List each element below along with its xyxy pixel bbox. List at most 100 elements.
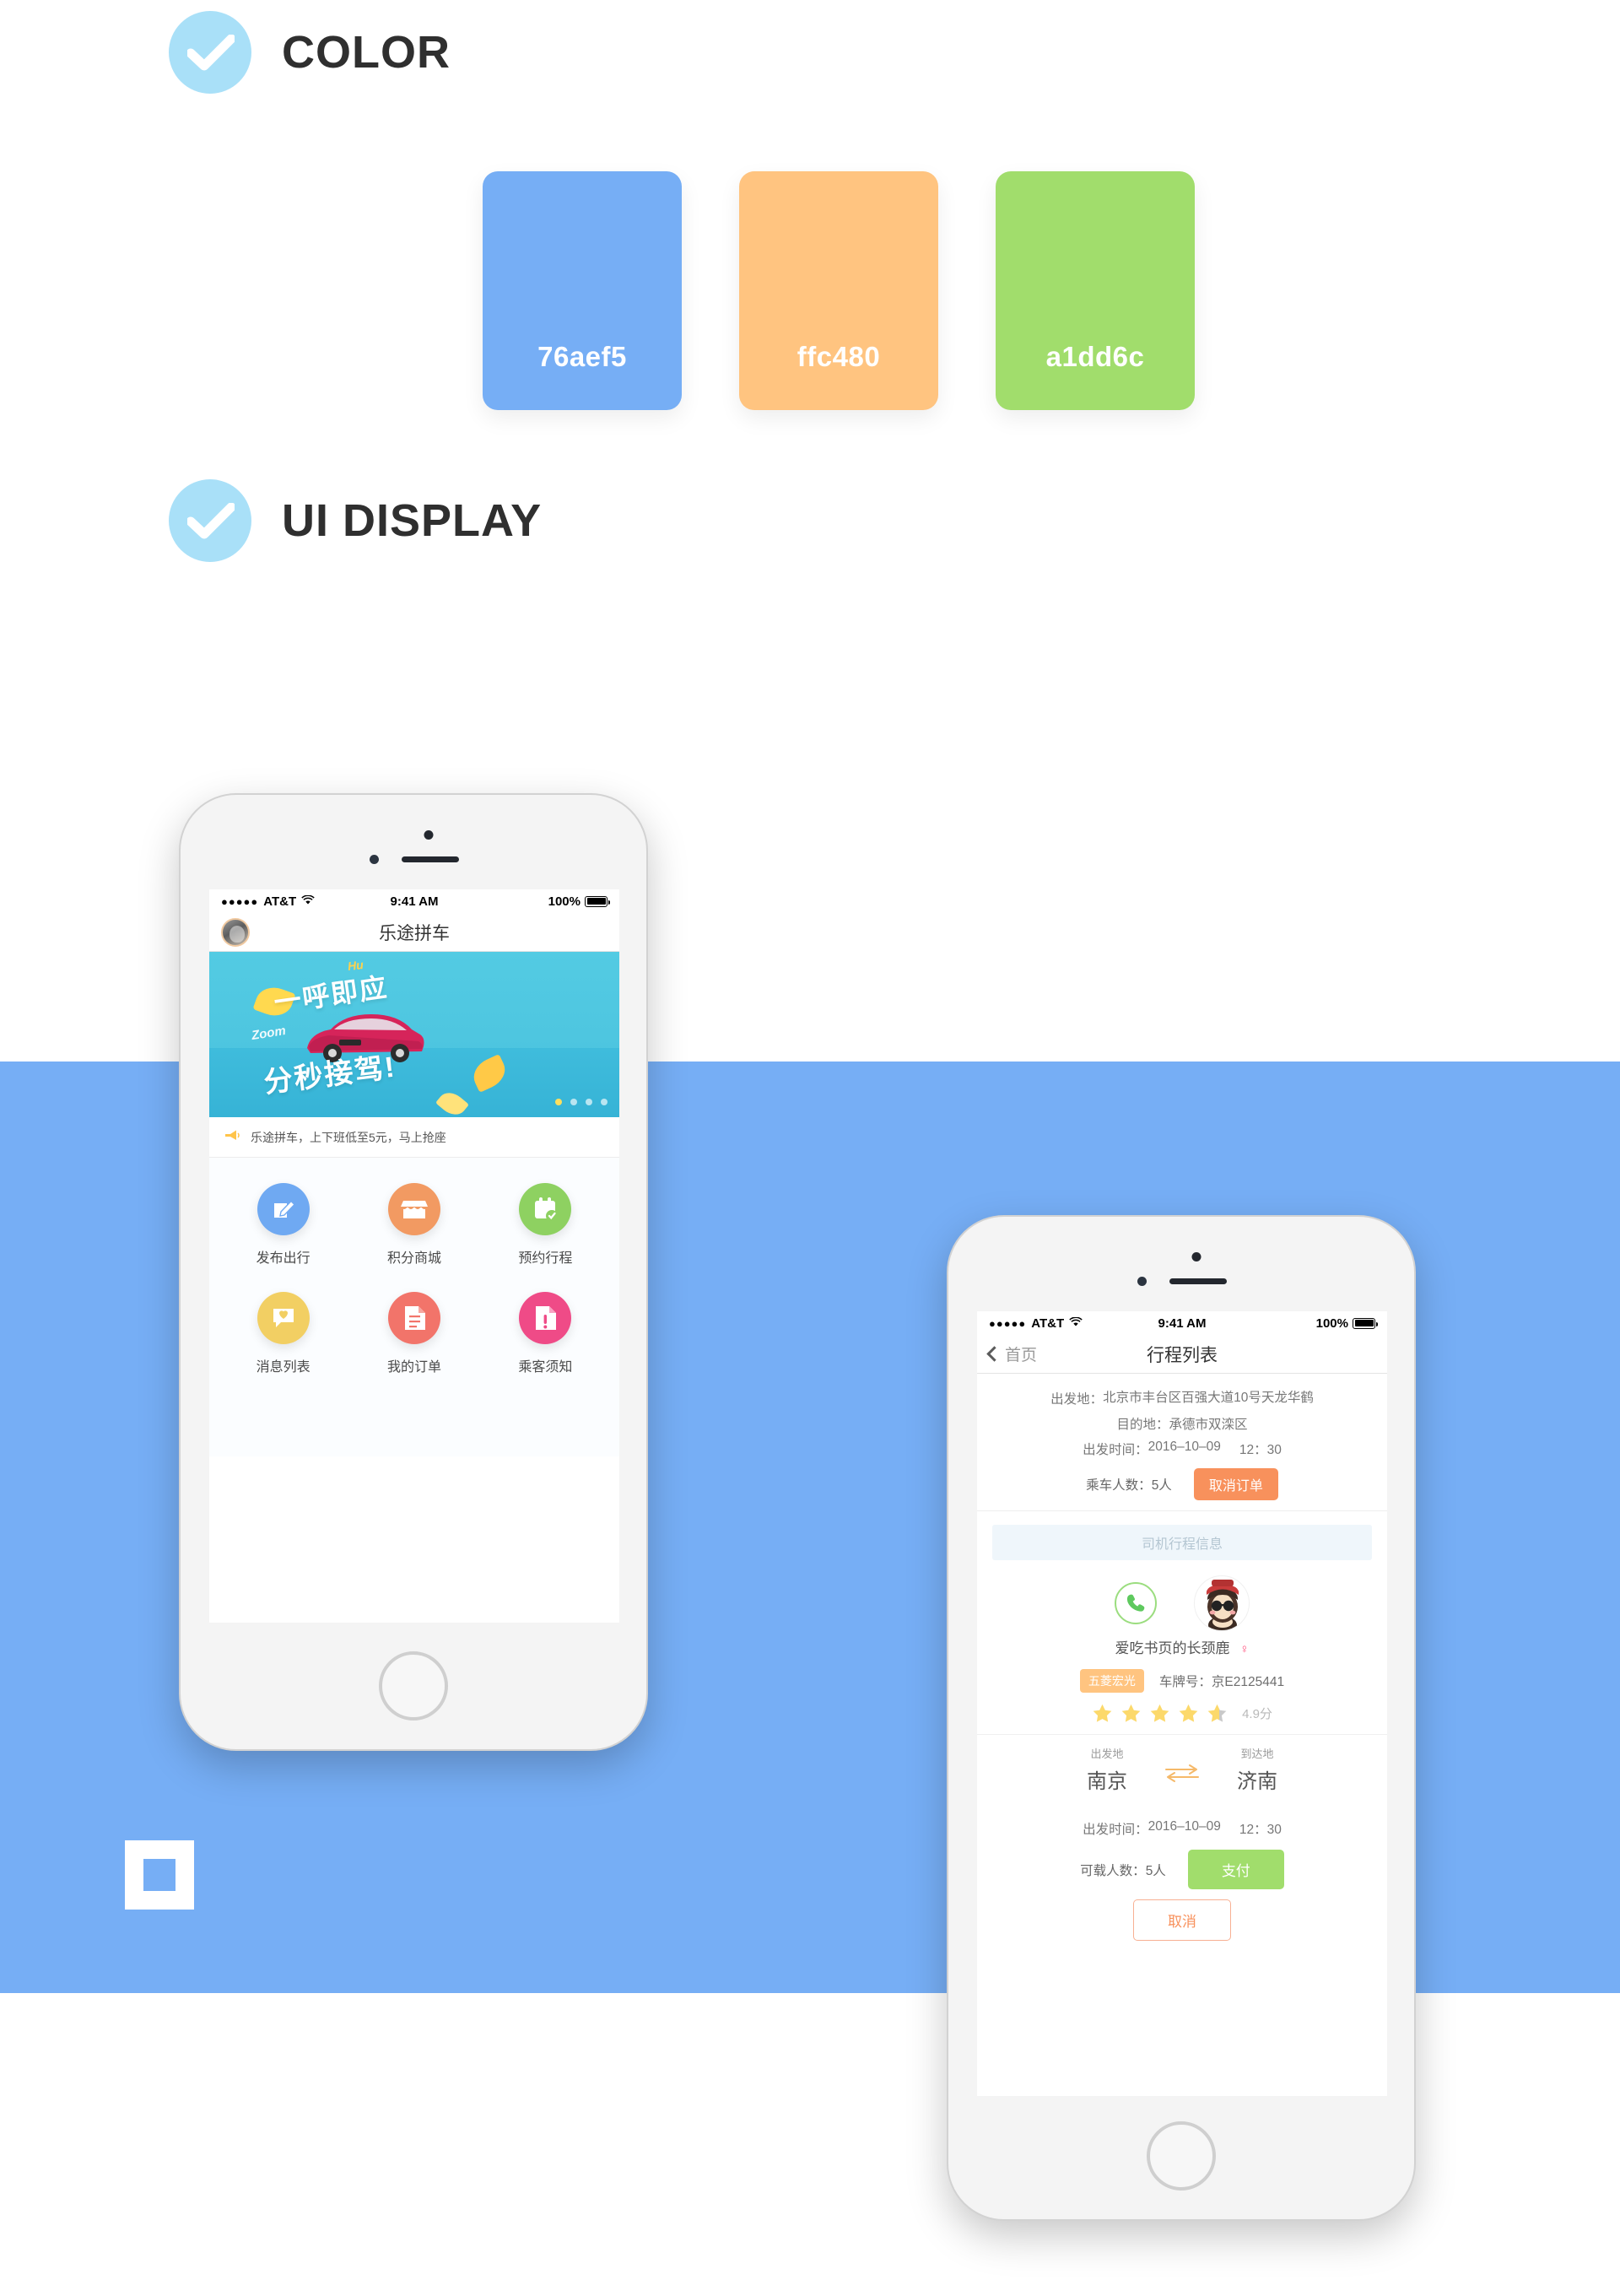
status-bar: ●●●●● AT&T 9:41 AM 100% xyxy=(209,889,619,913)
home-button[interactable] xyxy=(1147,2121,1216,2191)
page-title: 乐途拼车 xyxy=(379,923,450,943)
pay-button[interactable]: 支付 xyxy=(1187,1850,1284,1890)
proximity-sensor-icon xyxy=(370,855,379,864)
grid-item-message-list[interactable]: 消息列表 xyxy=(218,1292,348,1375)
cancel-order-button[interactable]: 取消订单 xyxy=(1193,1468,1278,1501)
check-circle-icon xyxy=(169,479,251,562)
proximity-sensor-icon xyxy=(1137,1277,1147,1286)
earpiece-speaker xyxy=(402,856,459,862)
trip-footer: 出发时间： 2016–10–09 12：30 可载人数：5人 支付 取消 xyxy=(977,1799,1387,1954)
passenger-count-text: 乘车人数：5人 xyxy=(1086,1475,1172,1494)
back-button[interactable]: 首页 xyxy=(986,1342,1038,1365)
feature-grid: 发布出行 积分商城 预约行程 消息列表 我的订单 乘客须知 xyxy=(209,1158,619,1397)
cancel-row: 取消 xyxy=(977,1889,1387,1942)
screen-filler xyxy=(209,1397,619,1456)
cancel-button[interactable]: 取消 xyxy=(1133,1899,1231,1942)
origin-row: 出发地： 北京市丰台区百强大道10号天龙华鹤 xyxy=(977,1386,1387,1411)
grid-item-my-orders[interactable]: 我的订单 xyxy=(348,1292,479,1375)
depart-date-value: 2016–10–09 xyxy=(1148,1440,1221,1455)
color-palette: 76aef5 ffc480 a1dd6c xyxy=(483,171,1195,410)
status-bar-time: 9:41 AM xyxy=(390,894,439,909)
chat-heart-icon xyxy=(256,1292,310,1344)
home-button[interactable] xyxy=(379,1651,448,1721)
vehicle-row: 五菱宏光 车牌号：京E2125441 xyxy=(977,1666,1387,1699)
capacity-label: 可载人数： xyxy=(1080,1863,1146,1878)
star-half-icon xyxy=(1207,1704,1227,1723)
ui-showcase-page: COLOR 76aef5 ffc480 a1dd6c UI DISPLAY ●●… xyxy=(0,0,1620,2296)
trip-detail-body: 出发地： 北京市丰台区百强大道10号天龙华鹤 目的地： 承德市双滦区 出发时间：… xyxy=(977,1374,1387,1955)
driver-name-row: 爱吃书页的长颈鹿 ♀ xyxy=(977,1636,1387,1666)
swatch-hex-label: 76aef5 xyxy=(537,341,627,372)
destination-value: 承德市双滦区 xyxy=(1169,1418,1248,1433)
star-icon xyxy=(1093,1704,1112,1723)
origin-value: 北京市丰台区百强大道10号天龙华鹤 xyxy=(1103,1391,1314,1405)
grid-item-passenger-notice[interactable]: 乘客须知 xyxy=(480,1292,611,1375)
capacity-pay-row: 可载人数：5人 支付 xyxy=(977,1841,1387,1890)
battery-icon xyxy=(585,895,610,907)
route-depart-date: 2016–10–09 xyxy=(1148,1819,1221,1834)
route-row: 出发地 南京 到达地 济南 xyxy=(977,1734,1387,1799)
promo-notice-text: 乐途拼车，上下班低至5元，马上抢座 xyxy=(251,1130,446,1144)
grid-item-points-mall[interactable]: 积分商城 xyxy=(348,1183,479,1267)
section-title: COLOR xyxy=(282,27,451,78)
navigation-bar: 首页 行程列表 xyxy=(977,1335,1387,1374)
route-origin-value: 南京 xyxy=(1087,1770,1127,1794)
square-outline-mark xyxy=(125,1840,194,1910)
navigation-bar: 乐途拼车 xyxy=(209,913,619,952)
section-heading-ui-display: UI DISPLAY xyxy=(169,479,542,562)
depart-time-row: 出发时间： 2016–10–09 12：30 xyxy=(977,1436,1387,1461)
promo-banner-carousel[interactable]: Hu 一呼即应 Zoom 分秒接驾! xyxy=(209,952,619,1117)
car-model-badge: 五菱宏光 xyxy=(1079,1669,1144,1694)
carousel-dots[interactable] xyxy=(555,1099,608,1105)
back-button-label: 首页 xyxy=(1005,1347,1038,1364)
route-destination: 到达地 济南 xyxy=(1237,1745,1277,1794)
phone-mockup-home: ●●●●● AT&T 9:41 AM 100% 乐途拼车 Hu 一呼即应 Zoo… xyxy=(179,793,648,1751)
grid-item-label: 消息列表 xyxy=(256,1360,310,1375)
section-heading-color: COLOR xyxy=(169,11,451,94)
grid-item-label: 我的订单 xyxy=(386,1360,441,1375)
color-swatch: ffc480 xyxy=(739,171,938,410)
section-title: UI DISPLAY xyxy=(282,495,543,546)
promo-notice-row[interactable]: 乐途拼车，上下班低至5元，马上抢座 xyxy=(209,1117,619,1158)
earpiece-speaker xyxy=(1169,1278,1227,1284)
swatch-hex-label: ffc480 xyxy=(796,341,881,372)
grid-item-label: 积分商城 xyxy=(386,1251,441,1266)
chevron-left-icon xyxy=(986,1346,1002,1362)
grid-item-publish-trip[interactable]: 发布出行 xyxy=(218,1183,348,1267)
route-depart-time-row: 出发时间： 2016–10–09 12：30 xyxy=(977,1807,1387,1841)
depart-time-label: 出发时间： xyxy=(1083,1443,1148,1458)
passenger-count-row: 乘车人数：5人 取消订单 xyxy=(977,1461,1387,1501)
rating-score: 4.9分 xyxy=(1242,1707,1272,1722)
driver-info-section-header: 司机行程信息 xyxy=(992,1525,1372,1561)
driver-avatar xyxy=(1194,1575,1250,1632)
star-icon xyxy=(1150,1704,1169,1723)
calendar-check-icon xyxy=(519,1183,572,1235)
battery-icon xyxy=(1353,1317,1378,1329)
status-bar-time: 9:41 AM xyxy=(1158,1315,1207,1331)
status-bar: ●●●●● AT&T 9:41 AM 100% xyxy=(977,1311,1387,1335)
color-swatch: 76aef5 xyxy=(483,171,682,410)
color-swatch: a1dd6c xyxy=(996,171,1195,410)
plate-label: 车牌号： xyxy=(1158,1675,1212,1690)
capacity-value: 5人 xyxy=(1145,1863,1166,1878)
carousel-dot[interactable] xyxy=(586,1099,592,1105)
depart-clock-value: 12：30 xyxy=(1239,1443,1282,1458)
document-icon xyxy=(387,1292,440,1344)
compose-icon xyxy=(256,1183,310,1235)
swatch-hex-label: a1dd6c xyxy=(1045,341,1145,372)
origin-label: 出发地： xyxy=(1050,1392,1104,1407)
plate-value: 京E2125441 xyxy=(1211,1675,1285,1690)
carousel-dot[interactable] xyxy=(555,1099,562,1105)
route-origin: 出发地 南京 xyxy=(1087,1745,1127,1794)
driver-name: 爱吃书页的长颈鹿 xyxy=(1115,1640,1230,1657)
passenger-count-value: 5人 xyxy=(1151,1478,1172,1494)
front-camera-icon xyxy=(1191,1252,1202,1261)
carousel-dot[interactable] xyxy=(601,1099,608,1105)
plate-text: 车牌号：京E2125441 xyxy=(1159,1672,1284,1690)
carousel-dot[interactable] xyxy=(570,1099,577,1105)
shop-icon xyxy=(387,1183,440,1235)
grid-item-book-trip[interactable]: 预约行程 xyxy=(480,1183,611,1267)
phone-call-icon[interactable] xyxy=(1115,1582,1157,1625)
destination-label: 目的地： xyxy=(1116,1418,1169,1433)
route-destination-value: 济南 xyxy=(1237,1770,1277,1794)
